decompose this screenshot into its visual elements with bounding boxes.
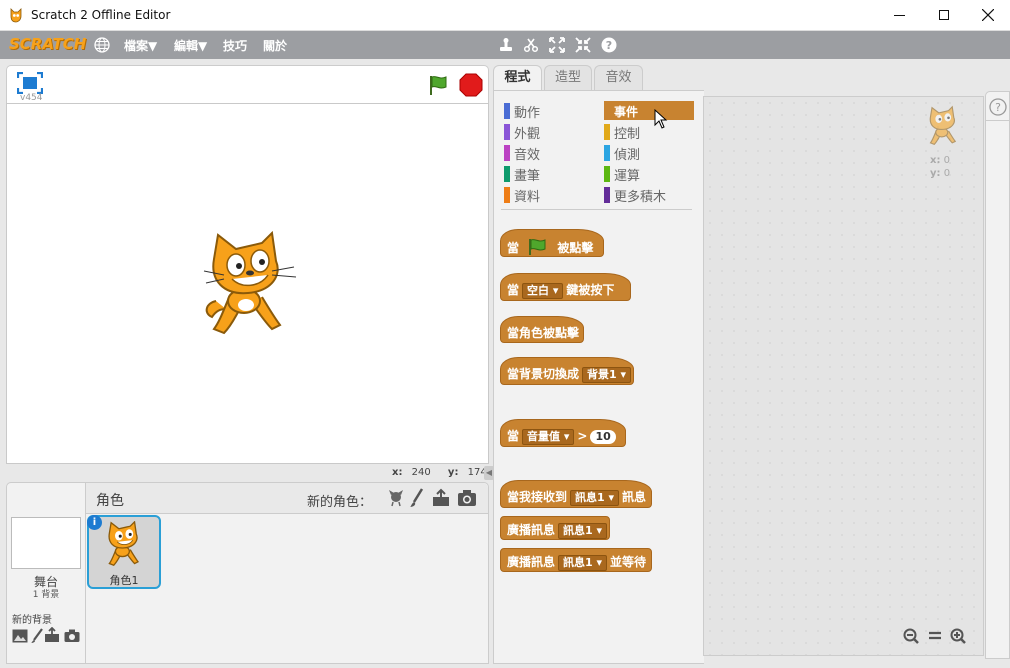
new-backdrop-label: 新的背景 [12, 615, 52, 626]
chevron-down-icon: ▼ [198, 39, 208, 53]
current-sprite-ghost [929, 105, 957, 146]
close-window-button[interactable] [966, 0, 1010, 31]
help-icon[interactable]: ? [601, 37, 617, 53]
paint-brush-icon[interactable] [409, 488, 425, 508]
message-dropdown[interactable]: 訊息1 ▾ [558, 555, 608, 571]
backdrop-camera-icon[interactable] [64, 629, 80, 643]
svg-text:?: ? [606, 39, 612, 52]
category-sound[interactable]: 音效 [504, 144, 540, 163]
sprites-title: 角色 [96, 493, 124, 509]
sprites-header [86, 483, 488, 514]
maximize-button[interactable] [922, 0, 966, 31]
presentation-mode-icon[interactable] [17, 72, 43, 94]
window-titlebar: Scratch 2 Offline Editor [0, 0, 1010, 31]
new-sprite-label: 新的角色： [307, 495, 373, 510]
block-when-sprite-clicked[interactable]: 當角色被點擊 [500, 316, 584, 343]
sensor-dropdown[interactable]: 音量值 ▾ [522, 429, 575, 445]
sprite-position-readout: x: 0 y: 0 [930, 155, 951, 179]
sprite-tile-selected[interactable]: i 角色1 [87, 515, 161, 589]
message-dropdown[interactable]: 訊息1 ▾ [558, 523, 608, 539]
sprite-thumbnail-cat [108, 521, 140, 567]
category-motion[interactable]: 動作 [504, 102, 540, 121]
mouse-coordinates: x: 240 y: 174 [392, 467, 487, 478]
upload-sprite-icon[interactable] [431, 488, 451, 508]
green-flag-icon [529, 239, 546, 255]
block-when-loudness-greater[interactable]: 當音量值 ▾ >10 [500, 419, 626, 447]
camera-icon[interactable] [457, 489, 477, 507]
tab-costumes[interactable]: 造型 [544, 65, 592, 92]
backdrop-dropdown[interactable]: 背景1 ▾ [582, 367, 632, 383]
minimize-icon [894, 15, 905, 16]
menu-edit[interactable]: 編輯▼ [174, 37, 207, 54]
paint-backdrop-icon[interactable] [30, 628, 44, 644]
upload-backdrop-icon[interactable] [44, 627, 60, 643]
block-broadcast[interactable]: 廣播訊息 訊息1 ▾ [500, 516, 610, 540]
sprite-library-icon[interactable] [387, 489, 405, 507]
sprite-info-icon[interactable]: i [87, 515, 102, 530]
threshold-input[interactable]: 10 [590, 430, 616, 444]
category-operators[interactable]: 運算 [604, 165, 640, 184]
script-area[interactable]: x: 0 y: 0 [703, 96, 984, 656]
divider [986, 120, 1009, 121]
version-label: v454 [20, 93, 43, 103]
window-title: Scratch 2 Offline Editor [31, 8, 171, 22]
green-flag-icon[interactable] [427, 74, 449, 96]
maximize-icon [939, 10, 949, 20]
help-icon[interactable]: ? [989, 98, 1007, 116]
stage-canvas[interactable] [6, 103, 489, 464]
mouse-cursor-icon [654, 109, 668, 129]
category-pen[interactable]: 畫筆 [504, 165, 540, 184]
close-icon [982, 9, 994, 21]
language-globe-icon[interactable] [94, 37, 110, 53]
scratch-cat-sprite[interactable] [202, 231, 298, 337]
tips-sidebar: ? [985, 91, 1010, 659]
block-when-i-receive[interactable]: 當我接收到 訊息1 ▾ 訊息 [500, 480, 652, 508]
stop-sign-icon[interactable] [459, 73, 483, 97]
category-more-blocks[interactable]: 更多積木 [604, 186, 666, 205]
tab-sounds[interactable]: 音效 [594, 65, 643, 92]
block-when-backdrop-switches[interactable]: 當背景切換成 背景1 ▾ [500, 357, 634, 385]
backdrop-count: 1 背景 [32, 590, 60, 600]
shrink-icon[interactable] [575, 37, 591, 53]
stage-thumbnail[interactable] [11, 517, 81, 569]
svg-text:?: ? [995, 101, 1001, 114]
menu-bar: SCRATCH 檔案▼ 編輯▼ 技巧 關於 ? [0, 31, 1010, 59]
category-sensing[interactable]: 偵測 [604, 144, 640, 163]
category-looks[interactable]: 外觀 [504, 123, 540, 142]
message-dropdown[interactable]: 訊息1 ▾ [570, 490, 620, 506]
delete-scissors-icon[interactable] [523, 37, 539, 53]
scratch-logo[interactable]: SCRATCH [9, 35, 86, 53]
block-broadcast-and-wait[interactable]: 廣播訊息 訊息1 ▾ 並等待 [500, 548, 652, 572]
key-dropdown[interactable]: 空白 ▾ [522, 283, 564, 299]
menu-file[interactable]: 檔案▼ [124, 37, 157, 54]
minimize-button[interactable] [878, 0, 922, 31]
category-events-selected[interactable]: 事件 [604, 101, 694, 120]
sprite-name: 角色1 [109, 574, 139, 587]
grow-icon[interactable] [549, 37, 565, 53]
block-palette: 動作 事件 外觀 控制 音效 偵測 畫筆 運算 資料 更多積木 當 被點擊 當空… [493, 90, 704, 664]
block-when-flag-clicked[interactable]: 當 被點擊 [500, 229, 604, 257]
zoom-reset-button[interactable] [926, 625, 944, 645]
chevron-down-icon: ▼ [148, 39, 158, 53]
sprites-panel: 角色 新的角色： 舞台 1 背景 新的背景 i 角色1 [6, 482, 489, 664]
menu-about[interactable]: 關於 [263, 37, 287, 54]
category-control[interactable]: 控制 [604, 123, 640, 142]
zoom-in-button[interactable] [950, 625, 968, 645]
stage-header: v454 [6, 65, 489, 103]
category-data[interactable]: 資料 [504, 186, 540, 205]
menu-tips[interactable]: 技巧 [223, 37, 247, 54]
block-when-key-pressed[interactable]: 當空白 ▾ 鍵被按下 [500, 273, 631, 301]
scratch-cat-app-icon [10, 8, 22, 23]
palette-divider [501, 209, 692, 210]
duplicate-stamp-icon[interactable] [498, 37, 514, 53]
backdrop-library-icon[interactable] [12, 629, 28, 643]
zoom-out-button[interactable] [902, 625, 920, 645]
